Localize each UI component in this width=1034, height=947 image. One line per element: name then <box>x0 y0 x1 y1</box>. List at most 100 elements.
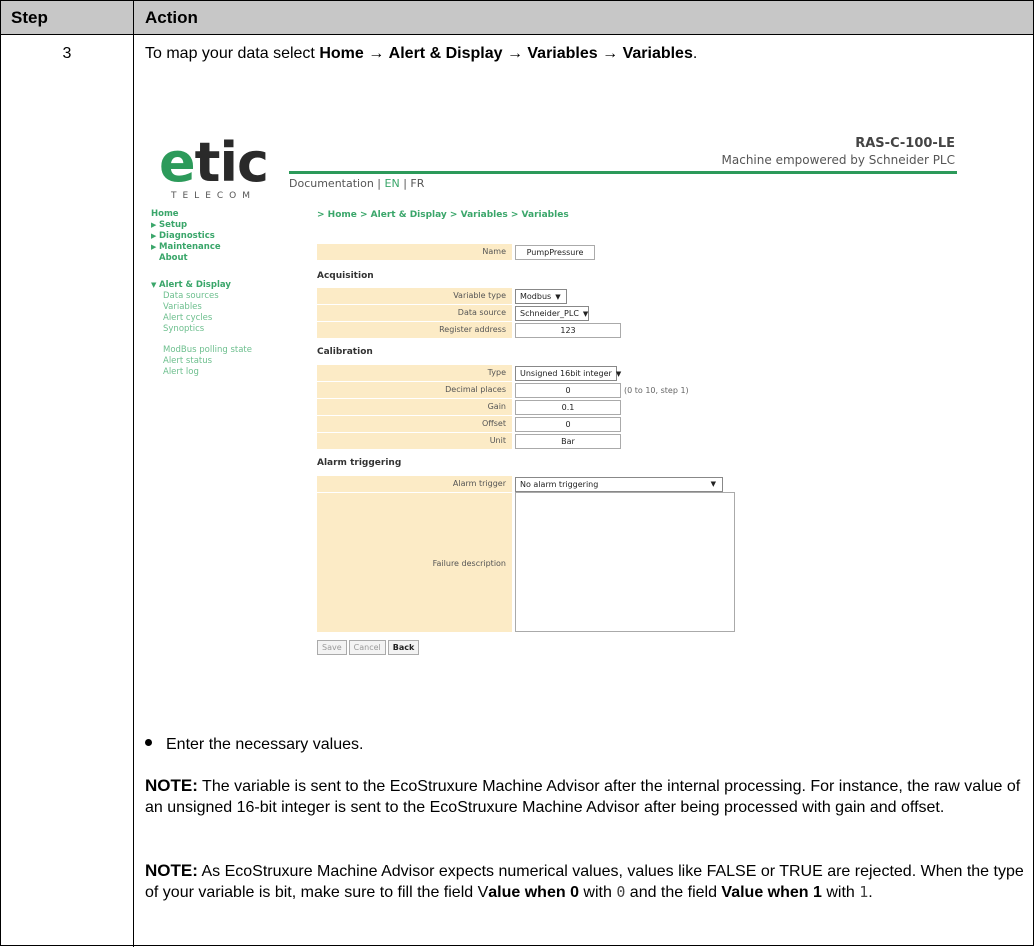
dropdown-arrow-icon: ▼ <box>710 480 716 488</box>
bullet-dot <box>145 739 152 747</box>
embedded-screenshot: etic TELECOM RAS-C-100-LE Machine empowe… <box>137 116 967 676</box>
nav-data-sources[interactable]: Data sources <box>151 291 301 301</box>
device-tagline: Machine empowered by Schneider PLC <box>721 153 955 167</box>
form-row-gain: Gain <box>317 399 512 416</box>
dropdown-arrow-icon: ▼ <box>555 293 561 301</box>
form-buttons: Save Cancel Back <box>317 640 421 655</box>
note-text: . <box>868 884 873 901</box>
expand-triangle-icon: ▶ <box>151 243 157 251</box>
back-button[interactable]: Back <box>387 640 420 655</box>
cancel-button[interactable]: Cancel <box>348 640 386 655</box>
code-zero: 0 <box>616 883 626 901</box>
note-text: and the field <box>625 884 722 901</box>
nav-alert-display-label: Alert & Display <box>159 280 231 290</box>
form-row-data-source: Data source <box>317 305 512 322</box>
variable-type-select[interactable]: Modbus ▼ <box>515 289 567 304</box>
nav-maintenance-label: Maintenance <box>159 242 221 252</box>
decimal-hint: (0 to 10, step 1) <box>624 386 689 395</box>
path-home: Home <box>319 45 364 62</box>
offset-label: Offset <box>481 419 506 428</box>
alarm-heading: Alarm triggering <box>317 458 402 468</box>
alarm-trigger-select[interactable]: No alarm triggering ▼ <box>515 477 723 492</box>
bullet-text: Enter the necessary values. <box>166 736 364 753</box>
name-input[interactable]: PumpPressure <box>515 245 595 260</box>
expand-triangle-icon: ▶ <box>151 232 157 240</box>
path-arrow: → <box>506 45 523 62</box>
name-label: Name <box>482 247 506 256</box>
nav-alert-status[interactable]: Alert status <box>151 356 301 366</box>
note-text: with <box>821 884 860 901</box>
step-number: 3 <box>62 45 72 62</box>
lang-fr-link[interactable]: FR <box>410 177 424 190</box>
instruction-table: Step Action 3 To map your data select Ho… <box>0 0 1034 947</box>
type-select[interactable]: Unsigned 16bit integer ▼ <box>515 366 621 381</box>
unit-label: Unit <box>489 436 506 445</box>
failure-label: Failure description <box>432 559 506 568</box>
code-one: 1 <box>859 883 869 901</box>
save-button[interactable]: Save <box>317 640 347 655</box>
data-source-value: Schneider_PLC <box>520 309 579 318</box>
logo-subtitle: TELECOM <box>171 191 257 201</box>
nav-about[interactable]: About <box>151 253 301 263</box>
dropdown-arrow-icon: ▼ <box>582 310 589 318</box>
breadcrumb: > Home > Alert & Display > Variables > V… <box>317 210 569 220</box>
header-action: Action <box>145 8 198 27</box>
sidebar-nav: Home ▶ Setup ▶ Diagnostics ▶ Maintenance Ab… <box>151 209 301 378</box>
column-divider <box>133 1 134 947</box>
nav-setup[interactable]: ▶ Setup <box>151 220 301 230</box>
intro-suffix: . <box>692 45 698 62</box>
note-text: The variable is sent to the EcoStruxure … <box>145 778 1021 816</box>
form-row-type: Type <box>317 365 512 382</box>
nav-variables[interactable]: Variables <box>151 302 301 312</box>
form-row-name: Name <box>317 244 512 261</box>
nav-home[interactable]: Home <box>151 209 301 219</box>
note-label: NOTE: <box>145 861 198 880</box>
acquisition-heading: Acquisition <box>317 271 374 281</box>
collapse-triangle-icon: ▼ <box>151 281 157 289</box>
nav-alert-cycles[interactable]: Alert cycles <box>151 313 301 323</box>
device-model: RAS-C-100-LE <box>855 136 955 151</box>
nav-diagnostics[interactable]: ▶ Diagnostics <box>151 231 301 241</box>
nav-alert-log[interactable]: Alert log <box>151 367 301 377</box>
form-row-unit: Unit <box>317 433 512 450</box>
lang-en-link[interactable]: EN <box>385 177 400 190</box>
register-label: Register address <box>439 325 506 334</box>
offset-input[interactable]: 0 <box>515 417 621 432</box>
path-arrow: → <box>368 45 385 62</box>
note-text: with <box>578 884 617 901</box>
form-row-alarm-trigger: Alarm trigger <box>317 476 512 493</box>
nav-maintenance[interactable]: ▶ Maintenance <box>151 242 301 252</box>
separator: | <box>373 177 385 190</box>
gain-input[interactable]: 0.1 <box>515 400 621 415</box>
decimal-input[interactable]: 0 <box>515 383 621 398</box>
form-row-decimal: Decimal places <box>317 382 512 399</box>
expand-triangle-icon: ▶ <box>151 221 157 229</box>
nav-setup-label: Setup <box>159 220 188 230</box>
unit-input[interactable]: Bar <box>515 434 621 449</box>
calibration-heading: Calibration <box>317 347 373 357</box>
nav-diagnostics-label: Diagnostics <box>159 231 215 241</box>
logo-wordmark: etic <box>159 131 269 194</box>
table-header-row: Step Action <box>1 1 1033 35</box>
register-input[interactable]: 123 <box>515 323 621 338</box>
data-source-select[interactable]: Schneider_PLC ▼ <box>515 306 589 321</box>
nav-alert-display[interactable]: ▼ Alert & Display <box>151 280 301 290</box>
gain-label: Gain <box>487 402 506 411</box>
note-paragraph-1: NOTE: The variable is sent to the EcoStr… <box>145 775 1025 818</box>
nav-synoptics[interactable]: Synoptics <box>151 324 301 334</box>
intro-prefix: To map your data select <box>145 45 320 62</box>
nav-modbus-polling[interactable]: ModBus polling state <box>151 345 301 355</box>
intro-text: To map your data select Home → Alert & D… <box>145 45 697 63</box>
form-row-variable-type: Variable type <box>317 288 512 305</box>
dropdown-arrow-icon: ▼ <box>615 370 622 378</box>
doc-links: Documentation | EN | FR <box>289 177 424 190</box>
field-value-when-1: Value when 1 <box>721 884 822 901</box>
variable-type-value: Modbus <box>520 292 552 301</box>
separator: | <box>399 177 411 190</box>
decimal-label: Decimal places <box>445 385 506 394</box>
data-source-label: Data source <box>457 308 506 317</box>
documentation-link[interactable]: Documentation <box>289 177 374 190</box>
header-rule <box>289 171 957 174</box>
failure-description-textarea[interactable] <box>515 492 735 632</box>
